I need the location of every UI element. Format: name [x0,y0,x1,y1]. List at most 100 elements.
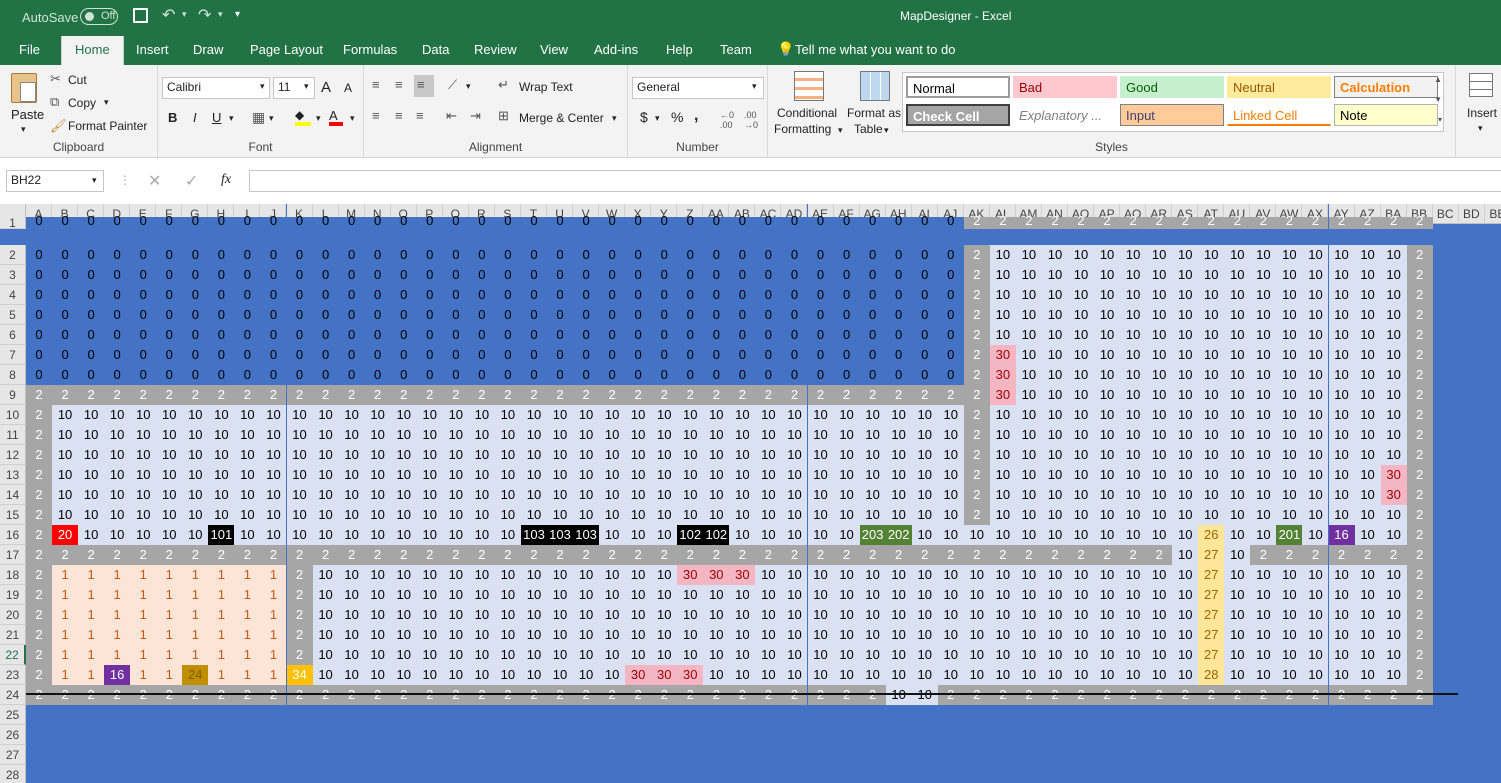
cell[interactable]: 0 [781,265,808,285]
cell[interactable]: 0 [208,345,235,365]
cell[interactable]: 10 [1120,265,1147,285]
cell[interactable]: 10 [1250,365,1277,385]
cell[interactable]: 10 [1328,245,1355,265]
cell[interactable]: 10 [468,465,495,485]
cell[interactable]: 1 [260,645,287,665]
cell[interactable]: 1 [156,665,183,685]
cell[interactable]: 2 [1406,345,1433,365]
cell[interactable]: 10 [1015,265,1042,285]
cell[interactable]: 10 [1354,285,1381,305]
cell[interactable]: 10 [130,405,157,425]
row-header-12[interactable]: 12 [0,445,26,465]
copy-button[interactable]: Copy [68,96,96,110]
cell[interactable]: 0 [885,365,912,385]
cell[interactable]: 10 [442,465,469,485]
cell[interactable]: 2 [26,465,53,485]
cell[interactable]: 10 [1120,565,1147,585]
cell[interactable]: 10 [1094,525,1121,545]
cell[interactable]: 10 [390,585,417,605]
cell[interactable]: 10 [781,465,808,485]
cell[interactable]: 10 [390,565,417,585]
cell[interactable]: 10 [156,465,183,485]
cell[interactable]: 10 [963,585,990,605]
cell[interactable]: 0 [494,285,521,305]
cell[interactable]: 10 [1250,345,1277,365]
cell[interactable]: 2 [1041,685,1068,705]
cell[interactable]: 0 [859,285,886,305]
cell[interactable]: 10 [651,625,678,645]
cell[interactable]: 10 [547,405,574,425]
cell[interactable]: 0 [599,365,626,385]
cell[interactable]: 0 [234,245,261,265]
cell[interactable]: 0 [338,345,365,365]
cell[interactable]: 10 [1146,625,1173,645]
cell[interactable]: 10 [1068,485,1095,505]
cell[interactable]: 10 [755,605,782,625]
cell[interactable]: 2 [26,405,53,425]
cell[interactable]: 10 [312,585,339,605]
cell[interactable]: 2 [520,685,547,705]
cell[interactable]: 2 [989,685,1016,705]
cell[interactable]: 2 [286,645,313,665]
cell[interactable]: 10 [1302,265,1329,285]
cell[interactable]: 0 [130,305,157,325]
cell[interactable]: 0 [494,265,521,285]
cell[interactable]: 10 [885,565,912,585]
cell[interactable]: 10 [1198,325,1225,345]
cell[interactable]: 0 [781,285,808,305]
cell[interactable]: 1 [208,645,235,665]
cell[interactable]: 10 [442,665,469,685]
cell[interactable]: 0 [416,305,443,325]
cell[interactable]: 2 [26,665,53,685]
cell[interactable]: 0 [338,245,365,265]
style-neutral[interactable]: Neutral [1227,76,1331,98]
cell[interactable]: 2 [1380,685,1407,705]
cell[interactable]: 10 [625,505,652,525]
cell[interactable]: 2 [1406,425,1433,445]
cell[interactable]: 0 [390,285,417,305]
cell[interactable]: 10 [937,605,964,625]
cell[interactable]: 10 [1041,305,1068,325]
cell[interactable]: 10 [52,405,79,425]
cell[interactable]: 10 [1068,405,1095,425]
column-header-bd[interactable]: BD [1458,204,1485,224]
cell[interactable]: 10 [885,485,912,505]
cell[interactable]: 0 [234,345,261,365]
cell[interactable]: 10 [182,485,209,505]
cell[interactable]: 0 [573,345,600,365]
cell[interactable]: 0 [677,305,704,325]
row-header-15[interactable]: 15 [0,505,26,525]
cell[interactable]: 2 [1406,385,1433,405]
cell[interactable]: 0 [26,365,53,385]
cell[interactable]: 0 [442,285,469,305]
cell[interactable]: 10 [547,665,574,685]
cell[interactable]: 10 [1120,645,1147,665]
cell[interactable]: 0 [364,325,391,345]
cell[interactable]: 10 [1276,585,1303,605]
cell[interactable]: 10 [1068,425,1095,445]
cell[interactable]: 0 [625,345,652,365]
cell[interactable]: 202 [885,525,912,545]
cell[interactable]: 10 [1276,285,1303,305]
cell[interactable]: 10 [755,565,782,585]
cell[interactable]: 10 [911,605,938,625]
cell[interactable]: 1 [104,625,131,645]
cell[interactable]: 10 [885,665,912,685]
cell[interactable]: 10 [781,525,808,545]
cell[interactable]: 0 [729,245,756,265]
cell[interactable]: 20 [52,525,79,545]
worksheet-grid[interactable]: A B C D E F G H I J K L M N O P Q R S T U V W X Y Z AA AB AC AD AE AF AG… [0,204,1501,783]
cell[interactable]: 10 [1094,565,1121,585]
cell[interactable]: 10 [1276,445,1303,465]
cell[interactable]: 10 [1041,505,1068,525]
cell[interactable]: 10 [182,405,209,425]
cell[interactable]: 2 [1302,214,1329,229]
cell[interactable]: 10 [1250,325,1277,345]
cell[interactable]: 10 [807,485,834,505]
cell[interactable]: 0 [156,305,183,325]
cell[interactable]: 10 [1250,265,1277,285]
tab-add-ins[interactable]: Add-ins [594,42,638,57]
cell[interactable]: 10 [989,565,1016,585]
tab-data[interactable]: Data [422,42,449,57]
cell[interactable]: 10 [1224,545,1251,565]
